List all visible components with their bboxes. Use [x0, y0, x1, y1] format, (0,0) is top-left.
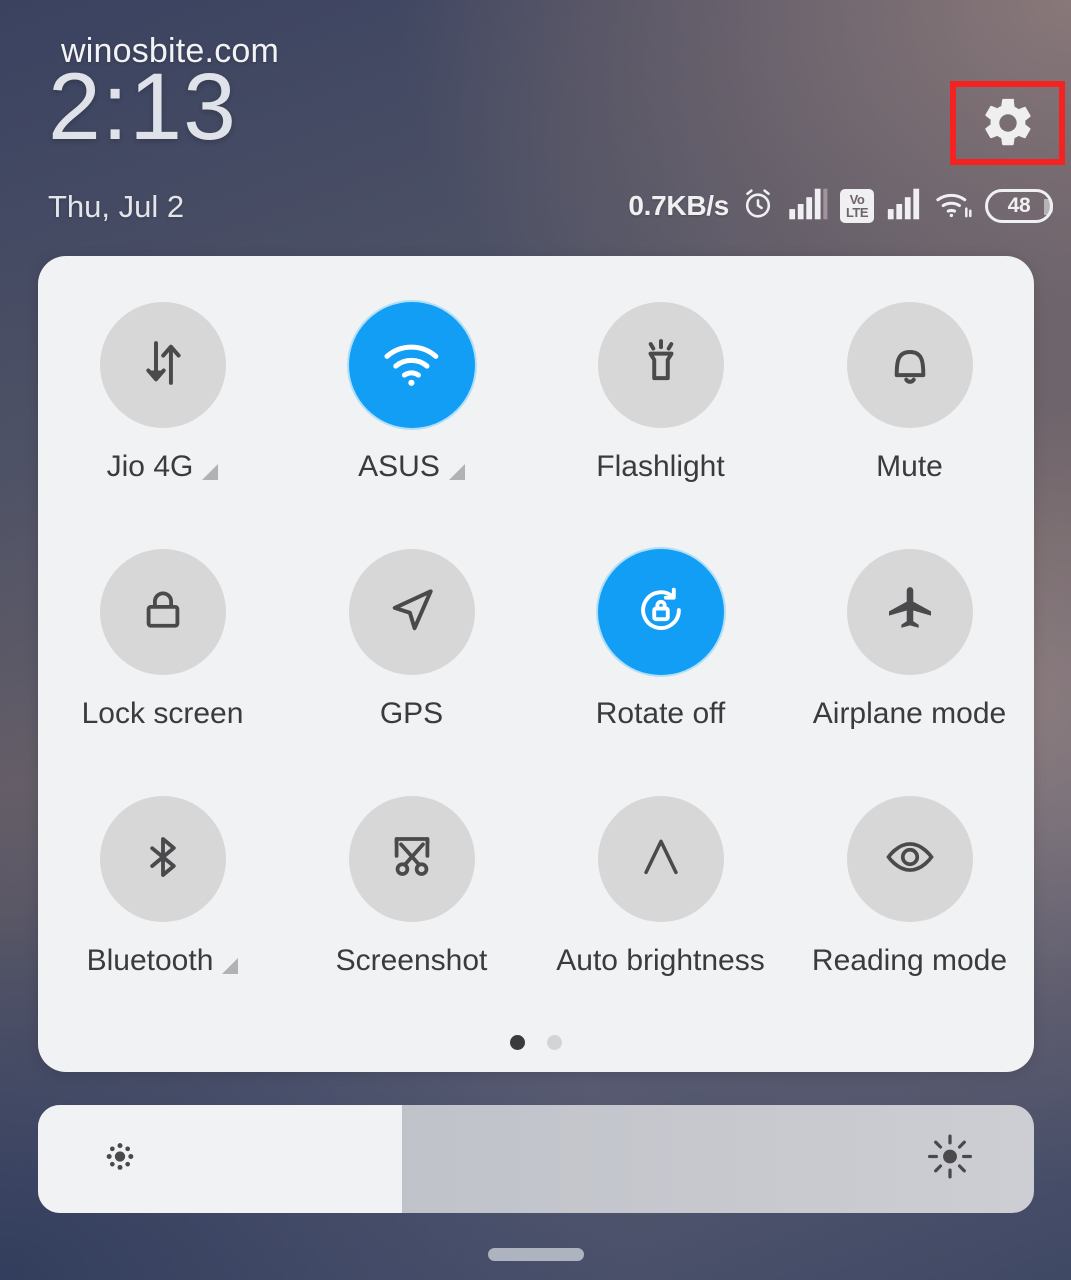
tile-label: Reading mode — [812, 944, 1007, 978]
tile-reading-mode[interactable]: Reading mode — [785, 796, 1034, 1043]
page-dot-2[interactable] — [547, 1035, 562, 1050]
alarm-clock-icon — [740, 186, 776, 227]
location-arrow-icon — [384, 582, 440, 643]
tile-label-text: Jio 4G — [106, 450, 194, 483]
tile-circle[interactable] — [348, 796, 475, 922]
tile-circle[interactable] — [846, 302, 973, 428]
tile-circle[interactable] — [99, 302, 226, 428]
tile-label-text: Rotate off — [595, 697, 726, 730]
battery-indicator: 48 — [985, 189, 1053, 223]
bell-icon — [882, 335, 938, 396]
signal-bars-icon-sim2 — [885, 187, 923, 226]
tile-label-text: Flashlight — [596, 450, 725, 483]
bluetooth-icon — [136, 830, 190, 889]
tile-label: Flashlight — [596, 450, 724, 484]
tile-label: Jio 4G — [107, 450, 219, 484]
tile-circle[interactable] — [846, 549, 973, 675]
status-bar: 0.7KB/s Vo LTE 48 — [628, 185, 1053, 227]
tile-circle[interactable] — [846, 796, 973, 922]
tile-label-text: Lock screen — [81, 697, 244, 730]
expand-triangle-icon[interactable] — [202, 464, 219, 480]
flashlight-icon — [633, 335, 689, 396]
wifi-icon — [934, 187, 974, 226]
phone-screen: winosbite.com 2:13 Thu, Jul 2 0.7KB/s Vo… — [0, 0, 1071, 1280]
tile-auto-brightness[interactable]: Auto brightness — [536, 796, 785, 1043]
network-speed-text: 0.7KB/s — [628, 190, 729, 221]
tile-label-text: GPS — [379, 697, 444, 730]
settings-button-highlight[interactable] — [950, 81, 1065, 165]
tile-circle[interactable] — [348, 549, 475, 675]
tile-screenshot[interactable]: Screenshot — [287, 796, 536, 1043]
tile-label-text: ASUS — [358, 450, 440, 483]
tile-label-text: Screenshot — [335, 944, 488, 977]
eye-icon — [882, 829, 938, 890]
airplane-icon — [882, 582, 938, 643]
expand-triangle-icon[interactable] — [222, 958, 239, 974]
tile-circle[interactable] — [597, 549, 724, 675]
volte-line-2: LTE — [845, 205, 869, 220]
scissors-icon — [384, 829, 440, 890]
tile-circle[interactable] — [597, 796, 724, 922]
tile-label: GPS — [380, 697, 443, 731]
battery-level-text: 48 — [1007, 194, 1031, 217]
tile-label: Rotate off — [596, 697, 726, 731]
lockscreen-clock: 2:13 — [48, 54, 237, 160]
tile-label: Auto brightness — [556, 944, 764, 978]
tile-gps[interactable]: GPS — [287, 549, 536, 796]
tile-label: Mute — [876, 450, 943, 484]
tile-label-text: Mute — [876, 450, 943, 483]
rotation-lock-icon — [632, 581, 690, 644]
tile-bluetooth[interactable]: Bluetooth — [38, 796, 287, 1043]
tile-mute[interactable]: Mute — [785, 302, 1034, 549]
mobile-data-icon — [135, 335, 191, 396]
padlock-icon — [136, 583, 190, 642]
brightness-high-icon — [924, 1131, 976, 1188]
letter-a-icon — [633, 829, 689, 890]
tile-circle[interactable] — [348, 302, 475, 428]
tile-label-text: Reading mode — [811, 944, 1008, 977]
brightness-low-icon — [100, 1137, 140, 1182]
quick-settings-grid: Jio 4G ASUS Flashlight Mute Lock screen … — [38, 302, 1034, 1043]
page-indicator — [38, 1035, 1034, 1050]
volte-badge-icon: Vo LTE — [840, 189, 874, 223]
tile-label-text: Auto brightness — [556, 944, 765, 977]
lockscreen-date: Thu, Jul 2 — [48, 189, 185, 224]
tile-rotate-off[interactable]: Rotate off — [536, 549, 785, 796]
tile-lock-screen[interactable]: Lock screen — [38, 549, 287, 796]
tile-circle[interactable] — [597, 302, 724, 428]
tile-label-text: Airplane mode — [812, 697, 1007, 730]
quick-settings-panel: Jio 4G ASUS Flashlight Mute Lock screen … — [38, 256, 1034, 1072]
tile-flashlight[interactable]: Flashlight — [536, 302, 785, 549]
tile-label: Lock screen — [82, 697, 244, 731]
battery-cap-icon — [1044, 199, 1053, 215]
tile-label: ASUS — [358, 450, 465, 484]
brightness-slider[interactable] — [38, 1105, 1034, 1213]
page-dot-1[interactable] — [510, 1035, 525, 1050]
tile-airplane-mode[interactable]: Airplane mode — [785, 549, 1034, 796]
tile-wifi[interactable]: ASUS — [287, 302, 536, 549]
tile-mobile-data[interactable]: Jio 4G — [38, 302, 287, 549]
tile-label-text: Bluetooth — [86, 944, 214, 977]
home-indicator-pill[interactable] — [487, 1248, 584, 1261]
tile-circle[interactable] — [99, 796, 226, 922]
expand-triangle-icon[interactable] — [448, 464, 465, 480]
tile-circle[interactable] — [99, 549, 226, 675]
tile-label: Bluetooth — [87, 944, 239, 978]
wifi-icon — [381, 332, 443, 399]
tile-label: Airplane mode — [813, 697, 1006, 731]
tile-label: Screenshot — [336, 944, 488, 978]
signal-bars-icon-sim1 — [787, 187, 829, 226]
brightness-slider-fill — [38, 1105, 402, 1213]
